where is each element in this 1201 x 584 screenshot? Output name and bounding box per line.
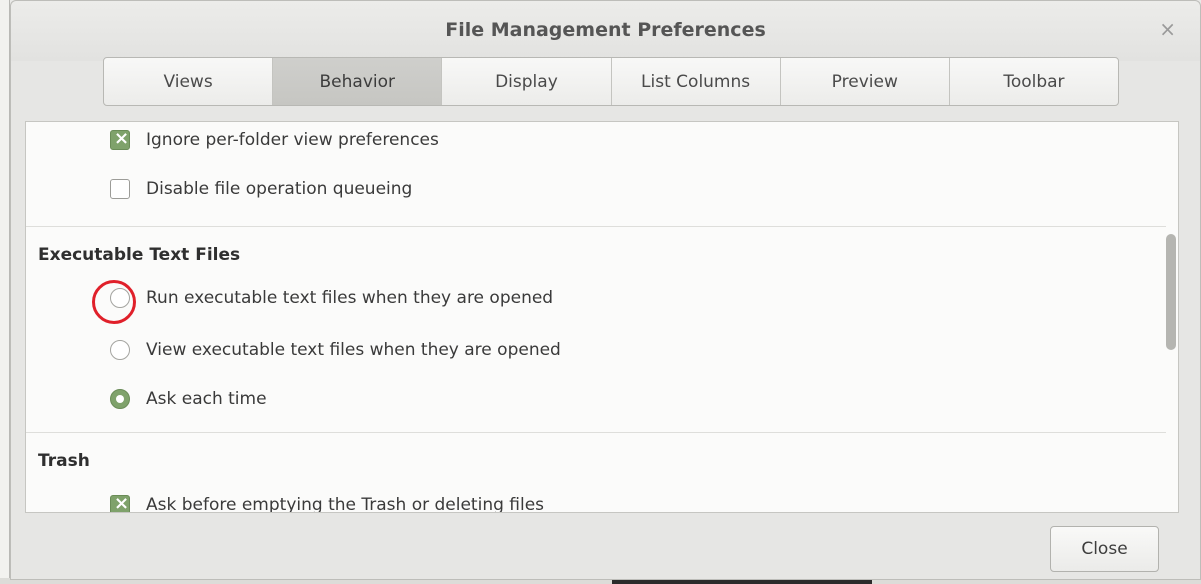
tab-views[interactable]: Views [104, 58, 274, 105]
tab-bar: Views Behavior Display List Columns Prev… [103, 57, 1119, 106]
dialog-title: File Management Preferences [445, 19, 766, 41]
ignore-per-folder-option[interactable]: Ignore per-folder view preferences [110, 128, 439, 150]
background-dark-strip [612, 580, 872, 584]
checked-checkbox-icon[interactable] [110, 128, 130, 150]
vertical-scrollbar[interactable] [1164, 122, 1178, 512]
radio-button-icon[interactable] [110, 288, 130, 308]
run-executable-option[interactable]: Run executable text files when they are … [110, 288, 553, 308]
disable-queueing-option[interactable]: Disable file operation queueing [110, 179, 412, 199]
ask-each-time-label: Ask each time [146, 389, 267, 409]
executable-section-heading: Executable Text Files [38, 245, 241, 265]
scrollbar-thumb[interactable] [1166, 234, 1176, 350]
tab-behavior[interactable]: Behavior [273, 58, 443, 105]
view-executable-label: View executable text files when they are… [146, 340, 561, 360]
radio-button-icon[interactable] [110, 340, 130, 360]
preferences-dialog: File Management Preferences × Views Beha… [10, 0, 1201, 580]
close-icon[interactable]: × [1159, 17, 1176, 41]
tab-list-columns[interactable]: List Columns [612, 58, 781, 105]
checked-checkbox-icon[interactable] [110, 493, 130, 512]
trash-section-heading: Trash [38, 451, 90, 471]
tab-display[interactable]: Display [442, 58, 612, 105]
section-divider [26, 226, 1166, 227]
tab-toolbar[interactable]: Toolbar [950, 58, 1118, 105]
section-divider [26, 432, 1166, 433]
unchecked-checkbox-icon[interactable] [110, 179, 130, 199]
close-button[interactable]: Close [1050, 526, 1159, 572]
tab-preview[interactable]: Preview [781, 58, 950, 105]
behavior-panel: Ignore per-folder view preferences Disab… [25, 121, 1179, 513]
ask-before-emptying-label: Ask before emptying the Trash or deletin… [146, 495, 545, 513]
selected-radio-button-icon[interactable] [110, 389, 130, 409]
title-bar: File Management Preferences × [11, 1, 1200, 61]
ask-each-time-option[interactable]: Ask each time [110, 389, 267, 409]
background-window-edge [0, 0, 10, 584]
run-executable-label: Run executable text files when they are … [146, 288, 554, 308]
disable-queueing-label: Disable file operation queueing [146, 179, 413, 199]
view-executable-option[interactable]: View executable text files when they are… [110, 340, 561, 360]
ignore-per-folder-label: Ignore per-folder view preferences [146, 130, 439, 150]
ask-before-emptying-option[interactable]: Ask before emptying the Trash or deletin… [110, 493, 545, 513]
